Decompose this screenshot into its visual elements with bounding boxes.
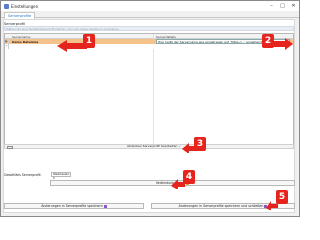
new-row-indicator: * xyxy=(5,44,9,49)
selected-profile-label: Gewähltes Serverprofil: xyxy=(4,173,42,177)
close-icon[interactable]: ✕ xyxy=(288,1,299,11)
callout-4-arrow-icon xyxy=(171,179,185,189)
server-profile-grid: Servername Serverdetails ▶ Demo Datumna … xyxy=(4,33,294,145)
callout-3-arrow-icon xyxy=(182,143,196,153)
callout-5-arrow-icon xyxy=(266,201,278,210)
tab-serverprofile[interactable]: Serverprofile xyxy=(4,12,36,19)
column-header-servername[interactable]: Servername xyxy=(12,35,30,39)
window-title: Einstellungen xyxy=(11,3,39,9)
edit-profile-label: Abdecken Serverprofil bearbeiten xyxy=(127,144,178,149)
checkmark-icon: ✓ xyxy=(178,144,181,149)
column-divider xyxy=(153,34,154,144)
edit-profile-button[interactable]: Abdecken Serverprofil bearbeiten✓ xyxy=(127,144,181,149)
callout-1-arrow-icon xyxy=(57,40,87,52)
app-icon xyxy=(4,3,9,9)
save-label: Änderungen in Serverprofile speichern xyxy=(41,204,103,208)
callout-2-arrow-icon xyxy=(273,38,293,50)
save-icon xyxy=(103,204,107,208)
title-bar: Einstellungen – □ ✕ xyxy=(1,1,299,11)
minimize-icon[interactable]: – xyxy=(266,1,277,11)
column-header-serverdetails[interactable]: Serverdetails xyxy=(156,35,176,39)
save-close-label: Änderungen in Serverprofile speichern un… xyxy=(178,204,264,208)
selected-profile-field[interactable]: Webdesiko-C xyxy=(51,172,71,179)
maximize-icon[interactable]: □ xyxy=(277,1,288,11)
save-button[interactable]: Änderungen in Serverprofile speichern xyxy=(4,203,144,209)
table-row-new[interactable]: * xyxy=(5,44,293,49)
grid-navigator-icon[interactable] xyxy=(7,145,13,149)
grid-footer: Abdecken Serverprofil bearbeiten✓ xyxy=(4,144,294,149)
group-label: Serverprofil xyxy=(4,21,25,26)
tab-strip: Serverprofile xyxy=(1,11,299,19)
group-by-bar[interactable]: Ziehen Sie eine Spaltenüberschrift hierh… xyxy=(4,26,294,31)
